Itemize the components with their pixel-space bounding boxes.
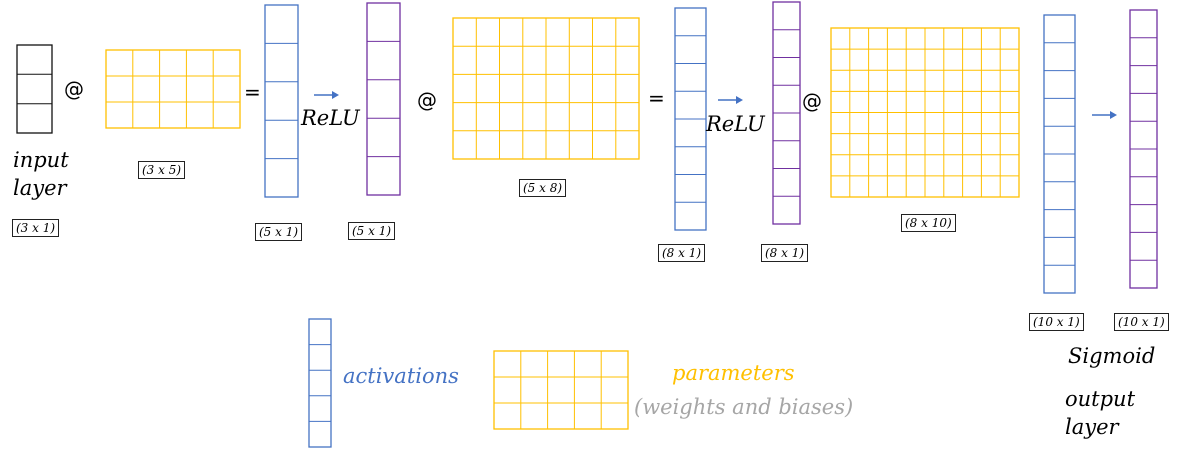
dim-label-w2: (5 x 8) [519, 179, 567, 197]
output-layer-label-line1: output [1065, 387, 1136, 411]
legend-parameters-sublabel: (weights and biases) [634, 395, 854, 419]
matmul-operator-3: @ [802, 89, 822, 113]
dim-label-z1: (5 x 1) [255, 223, 303, 241]
legend-activation-swatch [308, 318, 332, 448]
activation-vector-2 [772, 1, 801, 225]
neural-network-diagram: @ = @ = @ ReLU ReLU Sigmoid input layer … [0, 0, 1183, 451]
activation-vector-1 [366, 2, 401, 196]
input-layer-label-line2: layer [13, 176, 67, 200]
weights-matrix-3 [830, 27, 1020, 198]
pre-activation-vector-1 [264, 4, 299, 198]
weights-matrix-1 [105, 49, 241, 129]
weights-matrix-2 [452, 17, 640, 160]
matmul-operator-2: @ [417, 88, 437, 112]
relu-label-1: ReLU [301, 106, 360, 130]
arrow-icon [718, 92, 744, 110]
dim-label-z3: (10 x 1) [1029, 313, 1084, 331]
input-vector [16, 44, 53, 134]
output-layer-label-line2: layer [1065, 415, 1119, 439]
activation-vector-3 [1129, 9, 1158, 289]
legend-parameters-label: parameters [672, 361, 795, 385]
dim-label-w1: (3 x 5) [138, 161, 186, 179]
input-layer-label-line1: input [13, 148, 69, 172]
equals-operator-1: = [244, 80, 261, 104]
dim-label-z2: (8 x 1) [658, 244, 706, 262]
dim-label-a1: (5 x 1) [348, 222, 396, 240]
pre-activation-vector-3 [1043, 14, 1076, 294]
dim-label-w3: (8 x 10) [901, 214, 956, 232]
dim-label-a2: (8 x 1) [761, 244, 809, 262]
arrow-icon [314, 87, 340, 105]
matmul-operator-1: @ [64, 77, 84, 101]
equals-operator-2: = [648, 86, 665, 110]
legend-parameters-swatch [493, 350, 629, 430]
sigmoid-label: Sigmoid [1068, 344, 1156, 368]
relu-label-2: ReLU [706, 112, 765, 136]
pre-activation-vector-2 [674, 7, 707, 231]
legend-activations-label: activations [343, 364, 459, 388]
dim-label-input: (3 x 1) [12, 219, 60, 237]
dim-label-a3: (10 x 1) [1114, 313, 1169, 331]
arrow-icon [1092, 107, 1118, 125]
